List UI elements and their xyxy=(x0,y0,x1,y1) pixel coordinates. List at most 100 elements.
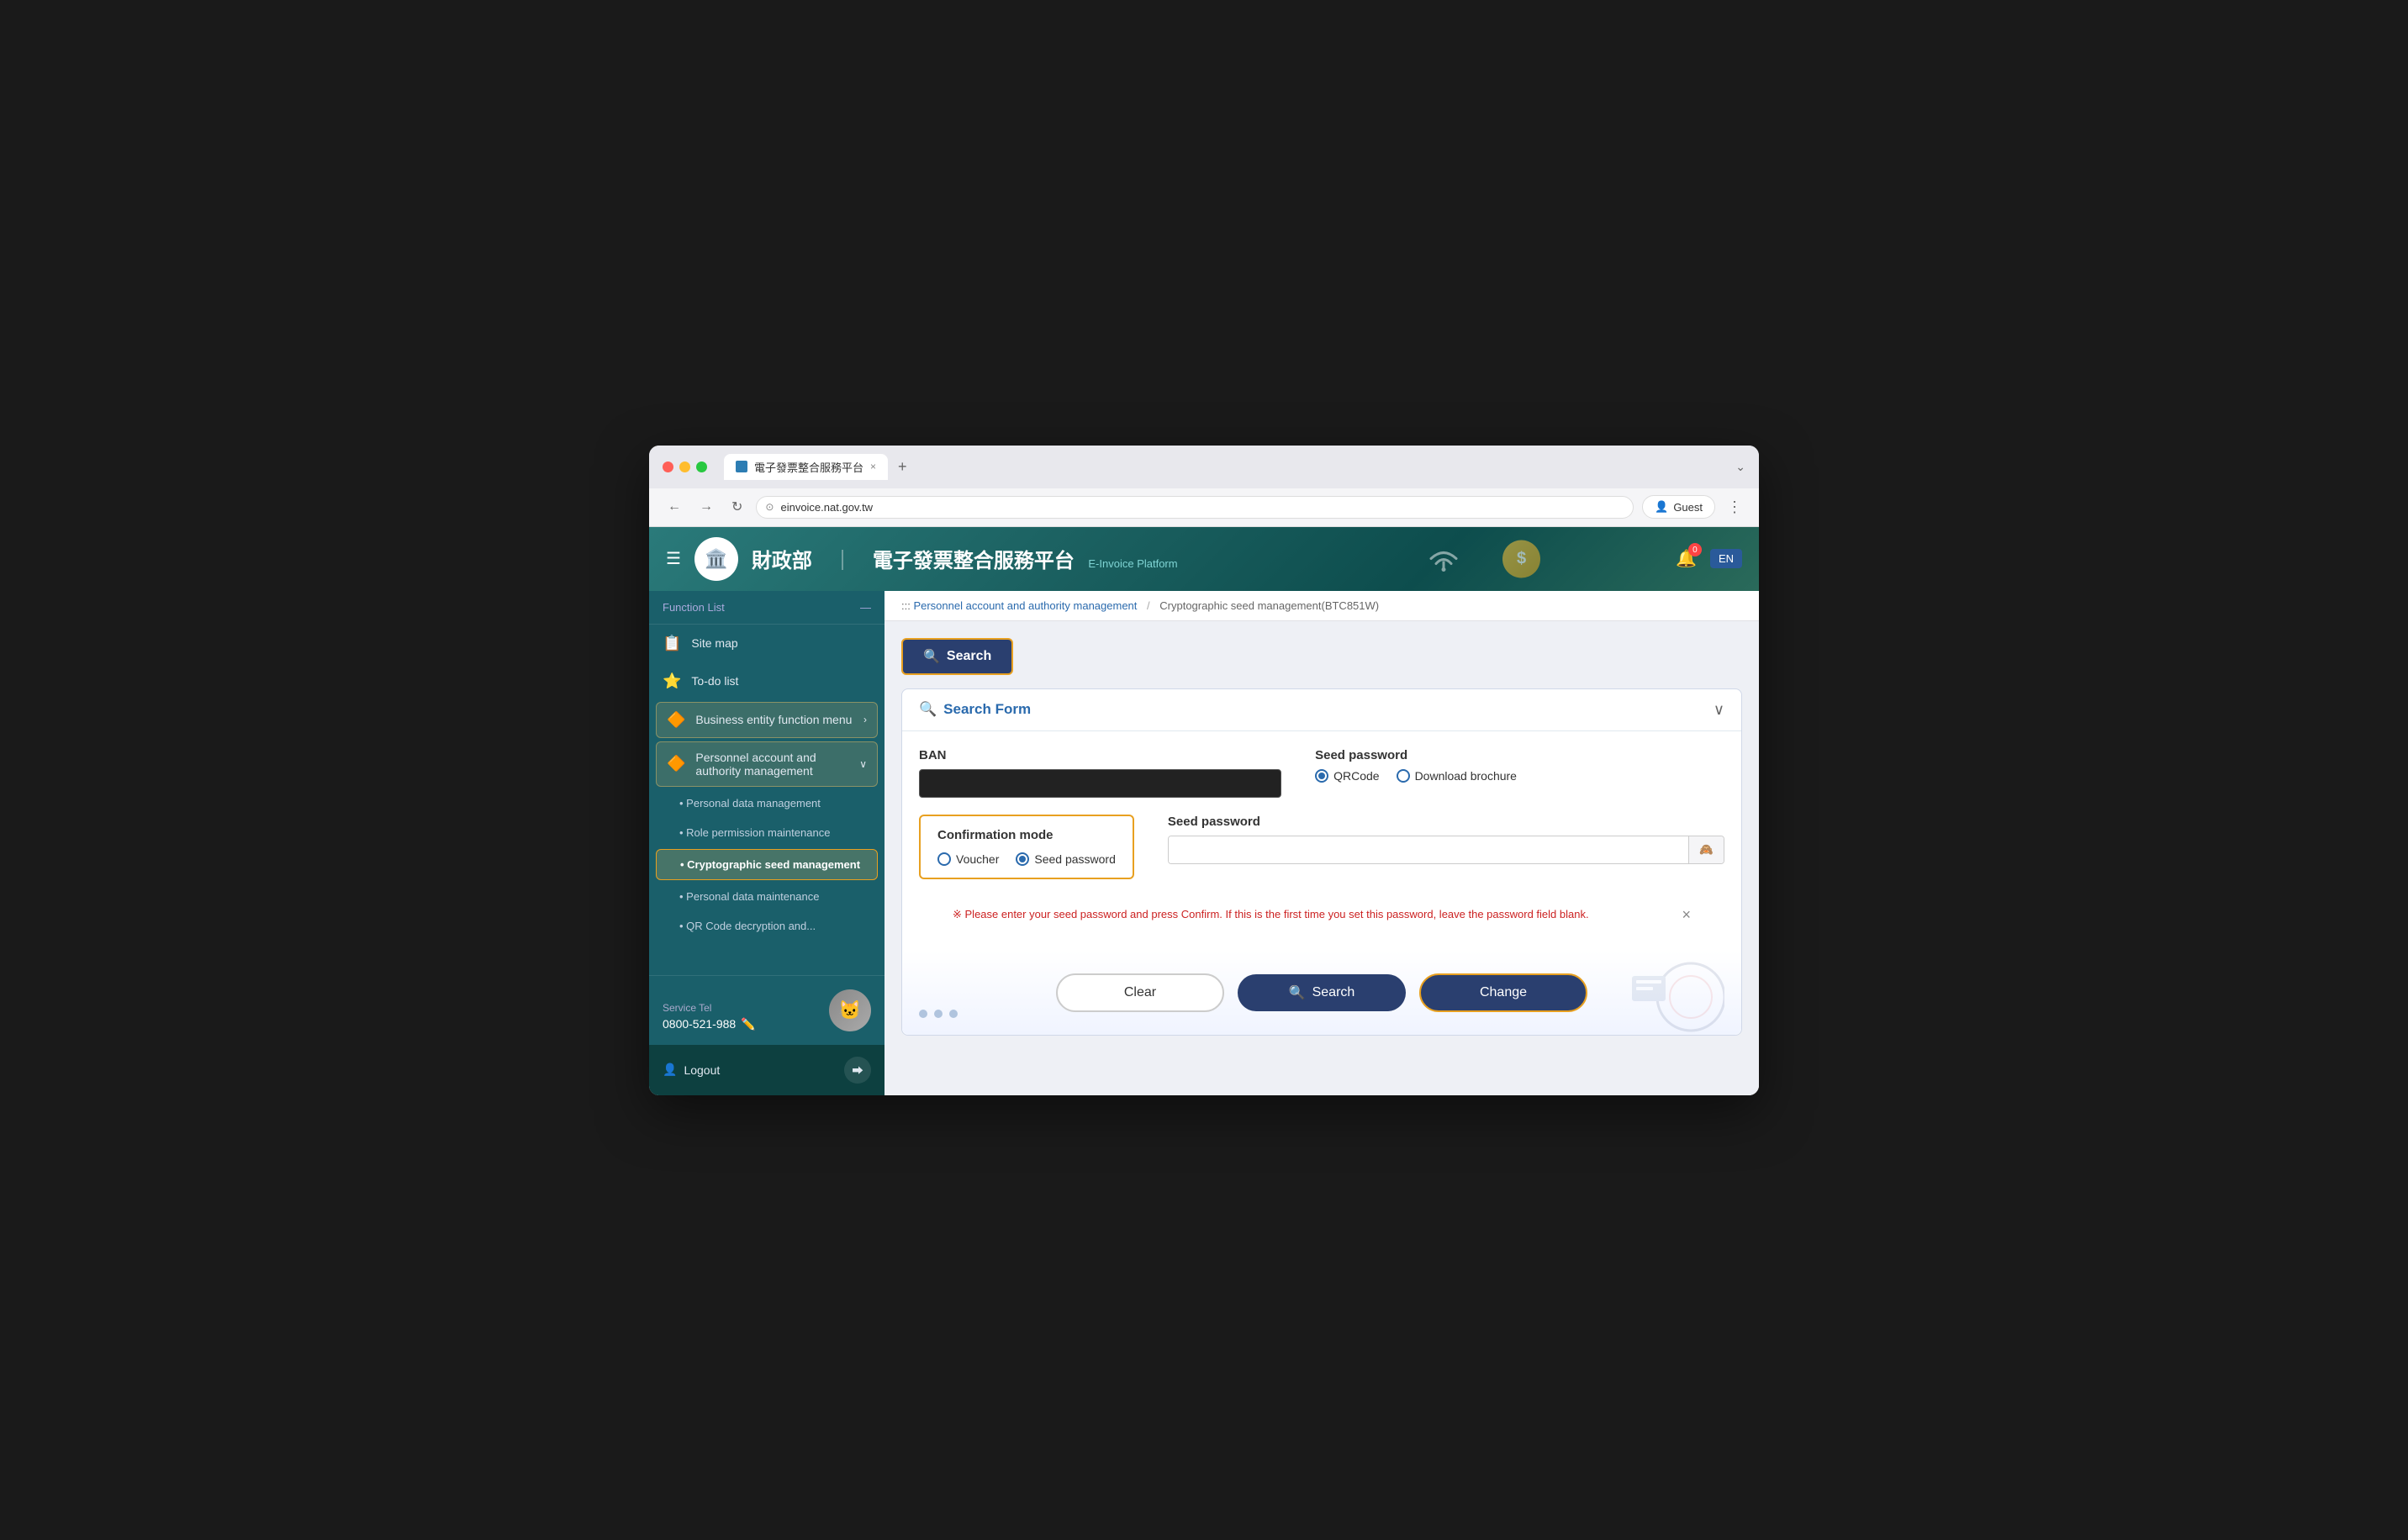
more-options-button[interactable]: ⋮ xyxy=(1724,495,1745,519)
radio-qrcode-label: QRCode xyxy=(1333,769,1379,783)
radio-voucher-circle xyxy=(937,852,951,866)
search-button-icon: 🔍 xyxy=(1289,984,1306,1001)
ban-input[interactable] xyxy=(919,769,1281,798)
business-entity-chevron-icon: › xyxy=(863,714,867,725)
seed-password-label: Seed password xyxy=(1315,748,1677,762)
mascot-avatar: 🐱 xyxy=(829,989,871,1031)
search-tab-button[interactable]: 🔍 Search xyxy=(901,638,1013,675)
new-tab-button[interactable]: + xyxy=(891,458,914,476)
radio-voucher[interactable]: Voucher xyxy=(937,852,999,866)
maximize-traffic-light[interactable] xyxy=(696,461,707,472)
breadcrumb-current: Cryptographic seed management(BTC851W) xyxy=(1159,599,1379,612)
notice-close-button[interactable]: × xyxy=(1682,906,1691,924)
user-icon: 👤 xyxy=(1655,500,1668,514)
minimize-traffic-light[interactable] xyxy=(679,461,690,472)
business-entity-icon: 🔶 xyxy=(667,711,685,729)
function-list-collapse-icon[interactable]: — xyxy=(860,601,871,614)
personnel-chevron-icon: ∨ xyxy=(859,758,867,770)
breadcrumb-sep: ::: xyxy=(901,599,913,612)
collapse-button[interactable]: ∨ xyxy=(1714,701,1724,719)
bullet-qrcode: • xyxy=(679,920,686,932)
sidebar-sub-item-qrcode[interactable]: • QR Code decryption and... xyxy=(649,911,885,941)
address-bar[interactable]: ⊙ einvoice.nat.gov.tw xyxy=(756,496,1634,519)
notice-bar: ※ Please enter your seed password and pr… xyxy=(936,896,1708,934)
eye-slash-icon: 🙈 xyxy=(1699,843,1714,856)
pencil-icon: ✏️ xyxy=(741,1017,755,1031)
bullet-personal-data: • xyxy=(679,797,686,810)
language-button[interactable]: EN xyxy=(1710,549,1742,568)
search-form-title-icon: 🔍 xyxy=(919,701,937,718)
browser-window: 電子發票整合服務平台 × + ⌄ ← → ↻ ⊙ einvoice.nat.go… xyxy=(649,446,1759,1095)
sidebar-item-label-site-map: Site map xyxy=(691,636,737,650)
address-text: einvoice.nat.gov.tw xyxy=(780,501,873,514)
radio-seed-password-confirm[interactable]: Seed password xyxy=(1016,852,1116,866)
radio-seed-password-confirm-circle xyxy=(1016,852,1029,866)
tab-close-button[interactable]: × xyxy=(870,461,876,472)
sidebar-sub-item-role-permission[interactable]: • Role permission maintenance xyxy=(649,818,885,847)
breadcrumb-link-personnel[interactable]: Personnel account and authority manageme… xyxy=(913,599,1137,612)
reload-button[interactable]: ↻ xyxy=(726,495,747,519)
forward-button[interactable]: → xyxy=(694,496,718,518)
guest-button[interactable]: 👤 Guest xyxy=(1642,495,1715,519)
sidebar-sub-item-personal-data-2[interactable]: • Personal data maintenance xyxy=(649,882,885,911)
sidebar-item-business-entity[interactable]: 🔶 Business entity function menu › xyxy=(656,702,878,738)
back-button[interactable]: ← xyxy=(663,496,686,518)
label-qrcode: QR Code decryption and... xyxy=(686,920,816,932)
platform-name: 電子發票整合服務平台 xyxy=(873,550,1075,572)
close-traffic-light[interactable] xyxy=(663,461,673,472)
header-platform: 電子發票整合服務平台 E-Invoice Platform xyxy=(873,544,1178,573)
sidebar-item-site-map[interactable]: 📋 Site map xyxy=(649,625,885,662)
logout-icon-button[interactable]: ⮕ xyxy=(844,1057,871,1084)
seed-password-input[interactable] xyxy=(1169,836,1689,863)
hamburger-button[interactable]: ☰ xyxy=(666,548,681,569)
tab-menu-button[interactable]: ⌄ xyxy=(1735,460,1745,474)
radio-qrcode-circle xyxy=(1315,769,1328,783)
label-cryptographic-seed: Cryptographic seed management xyxy=(687,858,860,871)
logo-icon: 🏛️ xyxy=(705,548,727,570)
sidebar-item-personnel[interactable]: 🔶 Personnel account and authority manage… xyxy=(656,741,878,787)
password-toggle-button[interactable]: 🙈 xyxy=(1688,836,1724,863)
todo-icon: ⭐ xyxy=(663,672,681,690)
radio-download-brochure-circle xyxy=(1397,769,1410,783)
tel-number-text: 0800-521-988 xyxy=(663,1017,736,1031)
notification-icon[interactable]: 🔔 0 xyxy=(1676,548,1697,569)
seed-password-radio-group: Seed password QRCode Download brochure xyxy=(1315,748,1677,798)
confirmation-mode-box: Confirmation mode Voucher Seed password xyxy=(919,815,1134,879)
search-form-title: 🔍 Search Form xyxy=(919,701,1031,718)
notice-text: ※ Please enter your seed password and pr… xyxy=(953,908,1589,921)
radio-qrcode[interactable]: QRCode xyxy=(1315,769,1379,783)
tab-title: 電子發票整合服務平台 xyxy=(754,459,863,475)
person-icon: 👤 xyxy=(663,1063,677,1077)
sidebar-footer: Service Tel 0800-521-988 ✏️ 🐱 xyxy=(649,975,885,1045)
search-tab-label: Search xyxy=(947,649,991,664)
sidebar-item-todo[interactable]: ⭐ To-do list xyxy=(649,662,885,700)
search-button[interactable]: 🔍 Search xyxy=(1238,974,1406,1011)
radio-seed-password-confirm-label: Seed password xyxy=(1034,852,1116,866)
browser-toolbar: ← → ↻ ⊙ einvoice.nat.gov.tw 👤 Guest ⋮ xyxy=(649,488,1759,527)
browser-titlebar: 電子發票整合服務平台 × + ⌄ xyxy=(649,446,1759,488)
header-decoration-coin: $ xyxy=(1502,540,1540,578)
tab-bar: 電子發票整合服務平台 × + xyxy=(724,454,1725,480)
header-separator: ｜ xyxy=(832,544,853,573)
app-body: Function List — 📋 Site map ⭐ To-do list … xyxy=(649,591,1759,1095)
ban-label: BAN xyxy=(919,748,1281,762)
sidebar-sub-item-cryptographic-seed[interactable]: • Cryptographic seed management xyxy=(656,849,878,880)
content-area: 🔍 Search 🔍 Search Form ∨ xyxy=(885,621,1759,1052)
logout-button[interactable]: 👤 Logout xyxy=(663,1063,720,1077)
header-decoration-wifi xyxy=(1423,540,1465,578)
bullet-cryptographic-seed: • xyxy=(680,858,687,871)
search-tab-icon: 🔍 xyxy=(923,648,940,665)
radio-voucher-label: Voucher xyxy=(956,852,999,866)
bullet-personal-data-2: • xyxy=(679,890,686,903)
breadcrumb: ::: Personnel account and authority mana… xyxy=(885,591,1759,621)
active-tab[interactable]: 電子發票整合服務平台 × xyxy=(724,454,888,480)
search-form-panel: 🔍 Search Form ∨ BAN xyxy=(901,688,1742,1036)
notification-badge: 0 xyxy=(1688,543,1702,556)
dot-3 xyxy=(949,1010,958,1018)
sidebar-sub-item-personal-data[interactable]: • Personal data management xyxy=(649,788,885,818)
form-row-1: BAN Seed password QRCode xyxy=(919,748,1724,798)
header-right: 🔔 0 EN xyxy=(1676,548,1742,569)
clear-button[interactable]: Clear xyxy=(1056,973,1224,1012)
search-form-header: 🔍 Search Form ∨ xyxy=(902,689,1741,731)
radio-download-brochure[interactable]: Download brochure xyxy=(1397,769,1517,783)
